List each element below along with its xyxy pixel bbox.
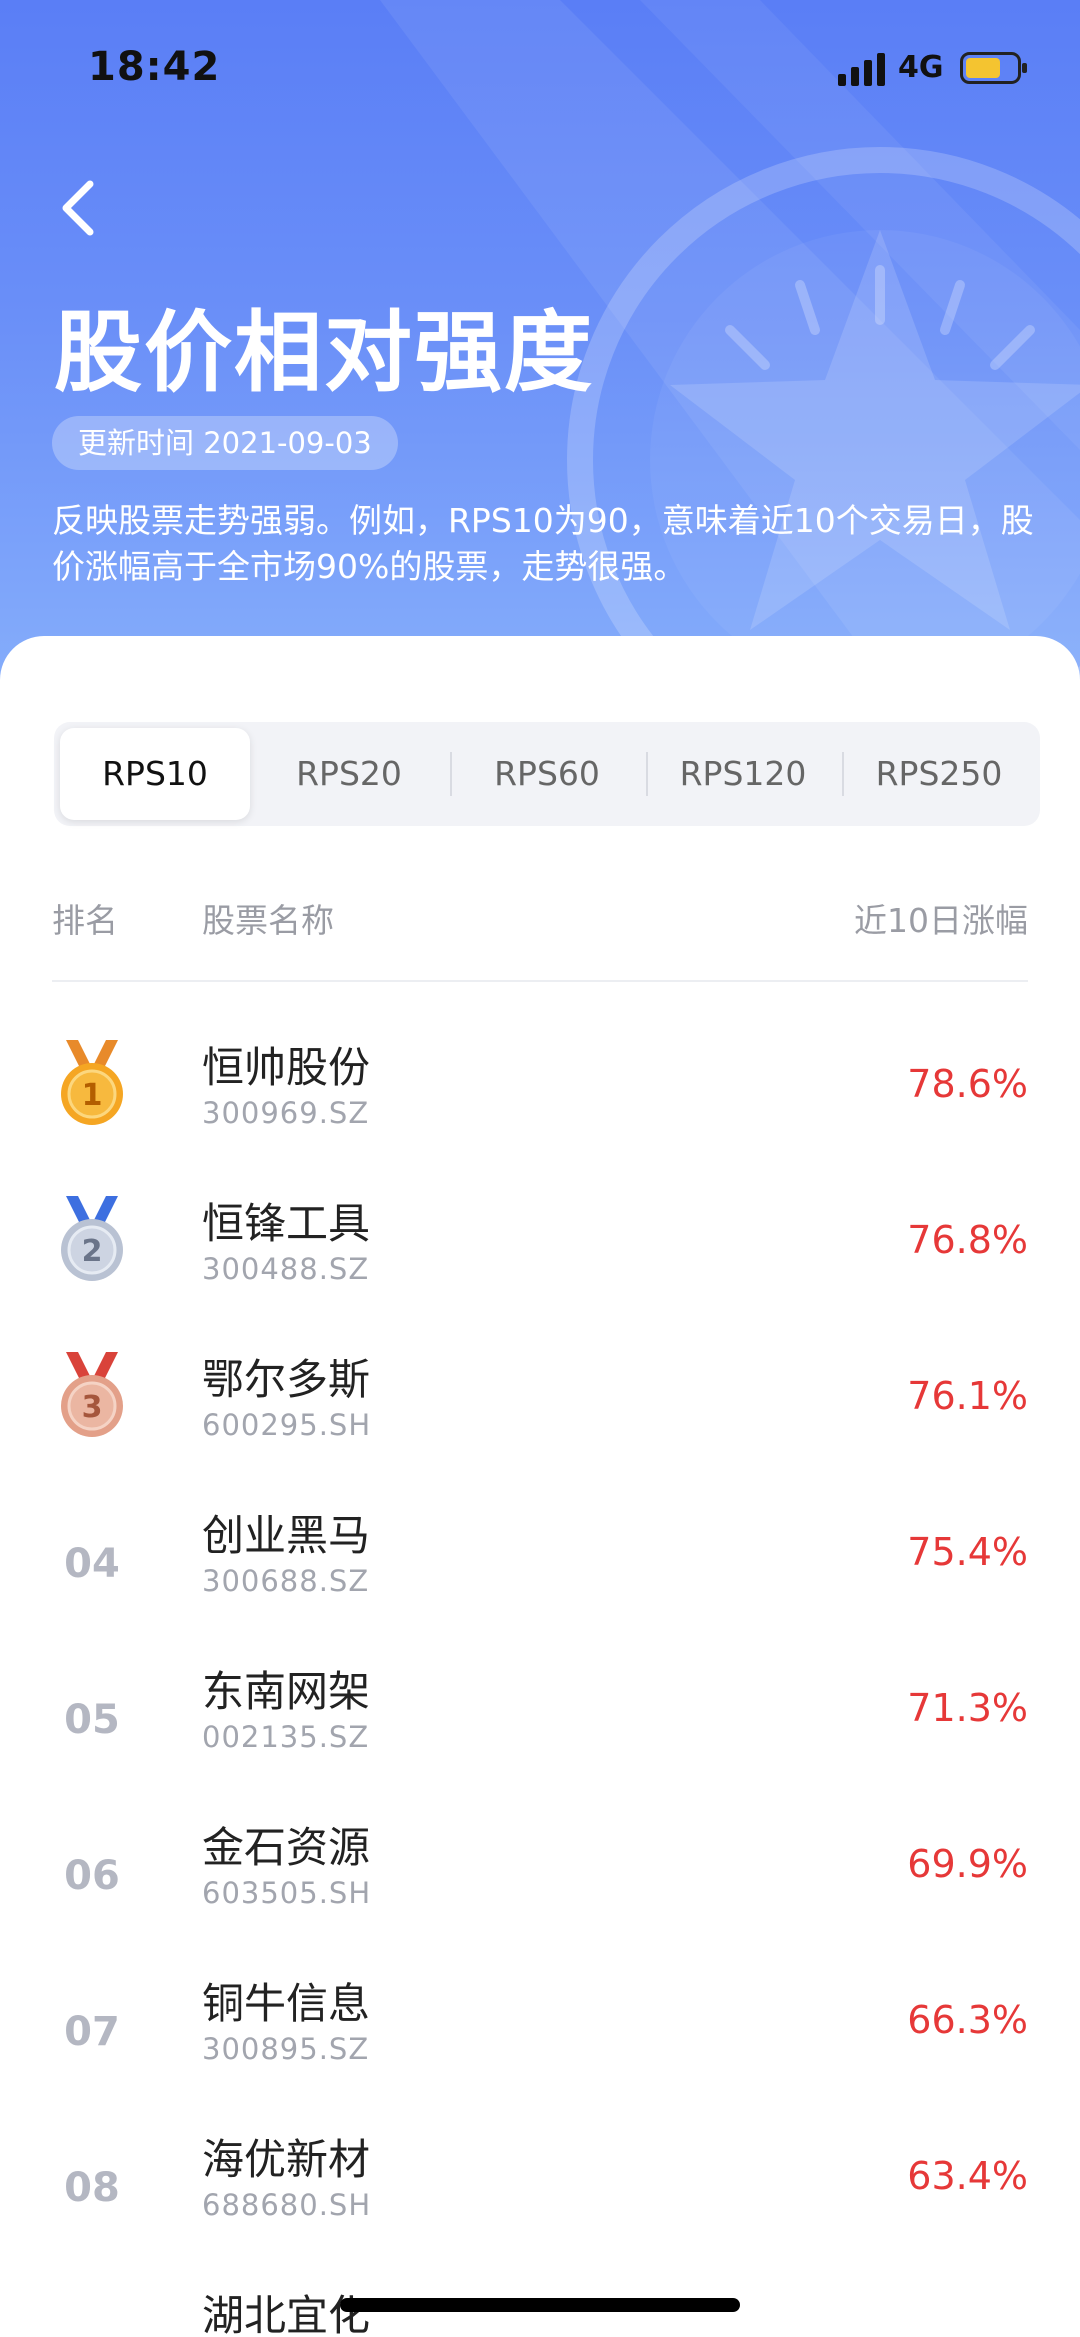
tab-rps10[interactable]: RPS10 <box>60 728 250 820</box>
stock-code: 600295.SH <box>202 1408 372 1442</box>
gold-medal-icon: 1 <box>61 1040 123 1125</box>
stock-code: 603505.SH <box>202 1876 372 1910</box>
stock-row[interactable]: 08 海优新材 688680.SH 63.4% <box>0 2122 1080 2278</box>
stock-row[interactable]: 2 恒锋工具 300488.SZ 76.8% <box>0 1186 1080 1342</box>
status-time: 18:42 <box>88 44 221 90</box>
stock-name: 鄂尔多斯 <box>202 1355 371 1404</box>
medal-number: 1 <box>82 1078 103 1113</box>
home-indicator[interactable] <box>340 2298 740 2312</box>
stock-row[interactable]: 3 鄂尔多斯 600295.SH 76.1% <box>0 1342 1080 1498</box>
stock-row[interactable]: 04 创业黑马 300688.SZ 75.4% <box>0 1498 1080 1654</box>
stock-code: 300688.SZ <box>202 1564 370 1598</box>
stock-name: 金石资源 <box>202 1823 371 1872</box>
rank-number: 06 <box>64 1853 120 1899</box>
stock-change: 75.4% <box>907 1530 1028 1574</box>
stock-change: 63.4% <box>907 2154 1028 2198</box>
stock-change: 71.3% <box>907 1686 1028 1730</box>
tab-rps250[interactable]: RPS250 <box>842 722 1036 826</box>
stock-row[interactable]: 07 铜牛信息 300895.SZ 66.3% <box>0 1966 1080 2122</box>
stock-row[interactable]: 05 东南网架 002135.SZ 71.3% <box>0 1654 1080 1810</box>
stock-code: 300488.SZ <box>202 1252 370 1286</box>
medal-number: 2 <box>82 1234 103 1269</box>
page-title: 股价相对强度 <box>54 301 595 404</box>
rps-tab-bar: RPS10 RPS20 RPS60 RPS120 RPS250 <box>54 722 1040 826</box>
column-header-change[interactable]: 近10日涨幅 <box>854 894 1028 942</box>
battery-icon <box>960 52 1027 84</box>
silver-medal-icon: 2 <box>61 1196 123 1281</box>
medal-number: 3 <box>82 1390 103 1425</box>
header-divider <box>52 980 1028 982</box>
status-bar: 18:42 4G <box>0 0 1080 120</box>
bronze-medal-icon: 3 <box>61 1352 123 1437</box>
stock-row[interactable]: 06 金石资源 603505.SH 69.9% <box>0 1810 1080 1966</box>
column-header-rank: 排名 <box>52 901 118 940</box>
cellular-signal-icon <box>838 53 885 86</box>
tab-rps120[interactable]: RPS120 <box>646 722 840 826</box>
update-time-badge: 更新时间 2021-09-03 <box>52 416 398 470</box>
column-header-name: 股票名称 <box>202 901 334 940</box>
tab-rps20[interactable]: RPS20 <box>254 722 444 826</box>
rank-number: 07 <box>64 2009 120 2055</box>
stock-name: 恒帅股份 <box>202 1043 371 1092</box>
stock-change: 78.6% <box>907 1062 1028 1106</box>
stock-name: 创业黑马 <box>202 1511 371 1560</box>
stock-change: 76.1% <box>907 1374 1028 1418</box>
stock-change: 76.8% <box>907 1218 1028 1262</box>
tab-rps60[interactable]: RPS60 <box>450 722 644 826</box>
back-arrow-icon[interactable] <box>52 172 112 242</box>
rank-number: 08 <box>64 2165 120 2211</box>
network-type: 4G <box>898 50 944 85</box>
stock-row[interactable]: 1 恒帅股份 300969.SZ 78.6% <box>0 1030 1080 1186</box>
stock-name: 海优新材 <box>202 2135 371 2184</box>
stock-code: 688680.SH <box>202 2188 372 2222</box>
stock-name: 铜牛信息 <box>202 1979 371 2028</box>
stock-code: 300895.SZ <box>202 2032 370 2066</box>
page-description: 反映股票走势强弱。例如，RPS10为90，意味着近10个交易日，股价涨幅高于全市… <box>52 501 1034 586</box>
stock-name: 恒锋工具 <box>202 1199 371 1248</box>
stock-change: 69.9% <box>907 1842 1028 1886</box>
stock-change: 66.3% <box>907 1998 1028 2042</box>
rank-number: 04 <box>64 1541 120 1587</box>
stock-code: 002135.SZ <box>202 1720 370 1754</box>
stock-name: 东南网架 <box>202 1667 371 1716</box>
stock-code: 300969.SZ <box>202 1096 370 1130</box>
rank-number: 05 <box>64 1697 120 1743</box>
